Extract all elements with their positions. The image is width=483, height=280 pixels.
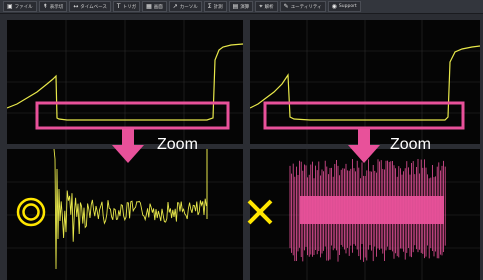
display-icon: ↟ [42,3,48,10]
scope-bottom-left [7,149,243,280]
analysis-button[interactable]: ⌖ 解析 [255,1,278,12]
math-icon: ▤ [232,3,239,10]
file-button[interactable]: ▣ ファイル [3,1,37,12]
utility-icon: ✎ [283,3,289,10]
measure-button[interactable]: Σ 計測 [203,1,227,12]
folder-icon: ▣ [7,3,13,10]
scope-top-left [7,20,243,144]
zoom-label-left: Zoom [157,136,198,153]
cursor-icon: ↗ [172,3,178,10]
cursor-button[interactable]: ↗ カーソル [168,1,202,12]
analysis-icon: ⌖ [259,2,263,10]
display-button[interactable]: ↟ 表示切 [38,1,68,12]
timebase-icon: ↔ [73,3,79,10]
scope-top-right [250,20,480,144]
measure-icon: Σ [207,3,212,10]
zoom-label-right: Zoom [390,136,431,153]
math-button[interactable]: ▤ 演算 [228,1,254,12]
support-icon: ◉ [331,3,337,10]
scope-bottom-right [250,149,480,280]
utility-button[interactable]: ✎ ユーティリティ [279,1,326,12]
timebase-button[interactable]: ↔ タイムベース [69,1,111,12]
toolbar: ▣ ファイル ↟ 表示切 ↔ タイムベース T トリガ ▦ 画面 ↗ カーソル Σ 計測 ▤ 演… [0,0,483,14]
waveform-zoom-right [250,149,480,280]
waveform-overview-right [250,20,480,144]
waveform-zoom-left [7,149,243,280]
trigger-icon: T [116,3,121,10]
trigger-button[interactable]: T トリガ [112,1,141,12]
screen-button[interactable]: ▦ 画面 [142,1,167,12]
waveform-overview-left [7,20,243,144]
support-button[interactable]: ◉ Support [327,1,361,12]
screen-icon: ▦ [146,3,152,10]
